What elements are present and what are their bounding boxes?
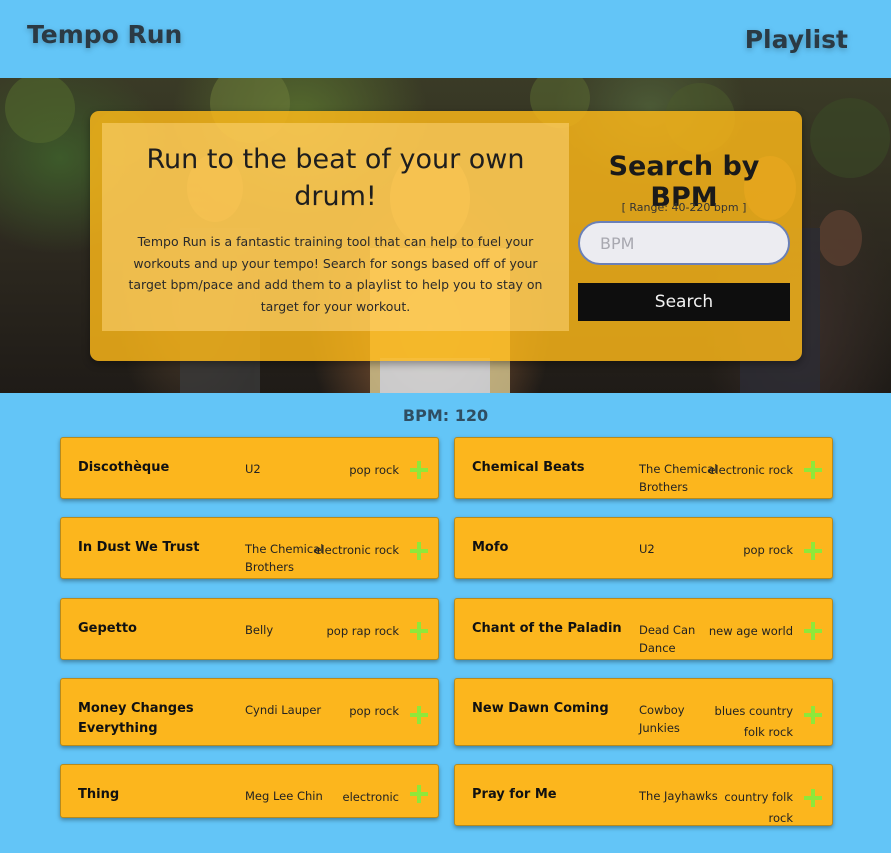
add-to-playlist-plus-icon[interactable] — [410, 706, 428, 724]
add-to-playlist-plus-icon[interactable] — [804, 706, 822, 724]
add-to-playlist-plus-icon[interactable] — [804, 789, 822, 807]
song-title: Chemical Beats — [472, 460, 585, 475]
add-to-playlist-plus-icon[interactable] — [410, 622, 428, 640]
song-genre: pop rap rock — [326, 624, 399, 638]
add-to-playlist-plus-icon[interactable] — [804, 622, 822, 640]
song-genre: blues country folk rock — [714, 704, 793, 739]
song-genre: electronic rock — [708, 463, 793, 477]
song-title: Gepetto — [78, 621, 137, 636]
hero-title: Run to the beat of your own drum! — [146, 144, 525, 212]
bpm-range-hint: [ Range: 40-220 bpm ] — [621, 201, 747, 214]
hero-card: Run to the beat of your own drum! Tempo … — [90, 111, 802, 361]
song-genre: pop rock — [349, 463, 399, 477]
song-genre: country folk rock — [724, 790, 793, 825]
song-title: In Dust We Trust — [78, 540, 200, 555]
add-to-playlist-plus-icon[interactable] — [804, 461, 822, 479]
search-button[interactable]: Search — [578, 283, 790, 321]
brand-title[interactable]: Tempo Run — [27, 20, 182, 49]
song-genre: pop rock — [743, 543, 793, 557]
bpm-input[interactable] — [578, 221, 790, 265]
hero-section: Run to the beat of your own drum! Tempo … — [0, 78, 891, 393]
song-genre: new age world — [708, 624, 793, 638]
song-card: Gepetto Belly pop rap rock — [60, 598, 439, 660]
song-title: Pray for Me — [472, 787, 557, 802]
song-title: Discothèque — [78, 460, 170, 475]
song-card: Discothèque U2 pop rock — [60, 437, 439, 499]
add-to-playlist-plus-icon[interactable] — [410, 461, 428, 479]
top-bar: Tempo Run Playlist — [0, 0, 891, 78]
intro-box: Run to the beat of your own drum! Tempo … — [102, 123, 569, 331]
song-card: Money Changes Everything Cyndi Lauper po… — [60, 678, 439, 746]
song-card: Chemical Beats The Chemical Brothers ele… — [454, 437, 833, 499]
song-card: Thing Meg Lee Chin electronic — [60, 764, 439, 818]
bpm-result-label: BPM: 120 — [402, 406, 489, 425]
add-to-playlist-plus-icon[interactable] — [410, 542, 428, 560]
nav-playlist-link[interactable]: Playlist — [745, 25, 848, 54]
add-to-playlist-plus-icon[interactable] — [410, 785, 428, 803]
song-card: New Dawn Coming Cowboy Junkies blues cou… — [454, 678, 833, 746]
hero-description: Tempo Run is a fantastic training tool t… — [128, 234, 543, 314]
song-genre: pop rock — [349, 704, 399, 718]
song-genre: electronic — [342, 790, 400, 804]
song-title: Money Changes Everything — [78, 701, 194, 736]
song-title: New Dawn Coming — [472, 701, 609, 716]
song-title: Chant of the Paladin — [472, 621, 622, 636]
song-card: Mofo U2 pop rock — [454, 517, 833, 579]
add-to-playlist-plus-icon[interactable] — [804, 542, 822, 560]
song-genre: electronic rock — [314, 543, 399, 557]
song-title: Mofo — [472, 540, 509, 555]
song-card: Pray for Me The Jayhawks country folk ro… — [454, 764, 833, 826]
song-title: Thing — [78, 787, 120, 802]
song-card: In Dust We Trust The Chemical Brothers e… — [60, 517, 439, 579]
song-card: Chant of the Paladin Dead Can Dance new … — [454, 598, 833, 660]
